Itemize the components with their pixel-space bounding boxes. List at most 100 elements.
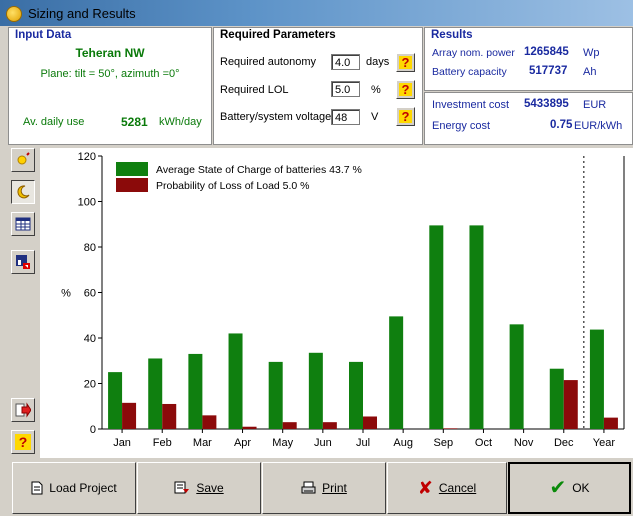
x-tick-label: Apr [234, 437, 251, 449]
help-tool-button[interactable]: ? [11, 430, 35, 454]
app-icon [6, 6, 22, 22]
daily-use-unit: kWh/day [159, 116, 202, 128]
y-axis-label: % [61, 288, 71, 300]
energy-cost-label: Energy cost [432, 120, 491, 132]
lol-unit: % [371, 84, 381, 96]
autonomy-help-button[interactable]: ? [396, 53, 415, 72]
required-parameters-panel: Required Parameters Required autonomy 4.… [213, 27, 423, 145]
bar-jul-soc [349, 361, 363, 429]
autonomy-input[interactable]: 4.0 [331, 54, 360, 70]
moon-tool-button[interactable] [11, 180, 35, 204]
bar-jul-lol [363, 416, 377, 429]
y-tick-label: 80 [84, 242, 96, 254]
investment-cost-label: Investment cost [432, 99, 510, 111]
energy-cost-value: 0.75 [550, 119, 573, 131]
window-title: Sizing and Results [28, 6, 136, 21]
cancel-icon: ✘ [417, 478, 433, 498]
print-label: Print [322, 481, 347, 495]
bar-year-lol [603, 417, 618, 429]
energy-cost-unit: EUR/kWh [574, 120, 623, 132]
bar-year-soc [589, 329, 604, 429]
legend-label: Probability of Loss of Load 5.0 % [156, 180, 310, 192]
save-button[interactable]: Save [137, 462, 261, 514]
print-button[interactable]: Print [262, 462, 386, 514]
checkmark-icon: ✔ [549, 477, 567, 499]
chart-icon [16, 255, 30, 269]
title-bar[interactable]: Sizing and Results [0, 0, 633, 26]
sun-tool-button[interactable] [11, 148, 35, 172]
bar-nov-soc [509, 324, 524, 429]
input-data-heading: Input Data [15, 29, 72, 41]
legend-swatch [116, 178, 148, 192]
x-tick-label: Mar [193, 437, 212, 449]
load-project-icon [31, 481, 43, 495]
daily-use-value: 5281 [121, 115, 148, 129]
moon-icon [17, 185, 30, 199]
printer-icon [301, 481, 316, 494]
bar-jun-lol [322, 422, 337, 429]
plane-orientation: Plane: tilt = 50°, azimuth =0° [40, 68, 180, 80]
lol-help-button[interactable]: ? [396, 80, 415, 99]
sun-icon [17, 152, 30, 165]
ok-button[interactable]: ✔ OK [508, 462, 631, 514]
bar-dec-soc [549, 368, 564, 429]
ok-label: OK [572, 481, 590, 495]
load-project-button[interactable]: Load Project [12, 462, 136, 514]
legend-swatch [116, 162, 148, 176]
array-power-label: Array nom. power [432, 47, 515, 59]
x-tick-label: Jul [356, 437, 370, 449]
bar-oct-soc [469, 225, 484, 429]
help-icon: ? [401, 55, 410, 70]
x-tick-label: Year [593, 437, 616, 449]
bar-apr-lol [242, 426, 257, 429]
y-tick-label: 0 [90, 424, 96, 436]
results-panel: Results Array nom. power 1265845 Wp Batt… [424, 27, 633, 91]
chart-tool-button[interactable] [11, 250, 35, 274]
bar-jan-lol [122, 402, 137, 429]
bar-feb-lol [162, 403, 177, 429]
help-icon: ? [15, 434, 31, 450]
load-project-label: Load Project [49, 481, 117, 495]
bar-mar-soc [188, 353, 203, 429]
voltage-help-button[interactable]: ? [396, 107, 415, 126]
save-label: Save [196, 481, 224, 495]
bar-may-lol [282, 422, 297, 429]
x-tick-label: Dec [554, 437, 574, 449]
battery-capacity-value: 517737 [529, 65, 568, 77]
lol-input[interactable]: 5.0 [331, 81, 360, 97]
investment-cost-unit: EUR [583, 99, 607, 111]
lol-label: Required LOL [220, 84, 289, 96]
save-icon [174, 481, 190, 494]
x-tick-label: Oct [475, 437, 492, 449]
battery-capacity-unit: Ah [583, 66, 597, 78]
y-tick-label: 20 [84, 379, 96, 391]
bar-chart: 0 20 40 60 80 100 120% Jan Feb Mar Apr May Jun Jul Aug… [61, 151, 625, 449]
export-tool-button[interactable] [11, 398, 35, 422]
table-tool-button[interactable] [11, 212, 35, 236]
input-data-panel: Input Data Teheran NW Plane: tilt = 50°,… [8, 27, 212, 145]
x-tick-label: Feb [153, 437, 172, 449]
x-tick-label: Jan [113, 437, 131, 449]
cancel-button[interactable]: ✘ Cancel [387, 462, 507, 514]
required-parameters-heading: Required Parameters [220, 29, 336, 41]
voltage-label: Battery/system voltage [220, 111, 332, 123]
voltage-input[interactable]: 48 [331, 109, 360, 125]
x-tick-label: Jun [314, 437, 332, 449]
array-power-unit: Wp [583, 47, 600, 59]
investment-cost-value: 5433895 [524, 98, 569, 110]
bar-aug-soc [389, 316, 404, 429]
bar-jun-soc [308, 352, 323, 429]
cost-panel: Investment cost 5433895 EUR Energy cost … [424, 92, 633, 145]
bar-sep-lol [443, 428, 458, 429]
array-power-value: 1265845 [524, 46, 569, 58]
daily-use-label: Av. daily use [23, 116, 85, 128]
voltage-unit: V [371, 111, 379, 123]
bar-may-soc [268, 361, 283, 429]
export-icon [15, 402, 31, 418]
bar-feb-soc [148, 358, 163, 429]
chart-area: 0 20 40 60 80 100 120% Jan Feb Mar Apr May Jun Jul Aug… [40, 148, 633, 458]
help-icon: ? [401, 109, 410, 124]
y-tick-label: 120 [78, 151, 96, 163]
x-tick-label: May [272, 437, 293, 449]
site-name: Teheran NW [75, 46, 145, 60]
